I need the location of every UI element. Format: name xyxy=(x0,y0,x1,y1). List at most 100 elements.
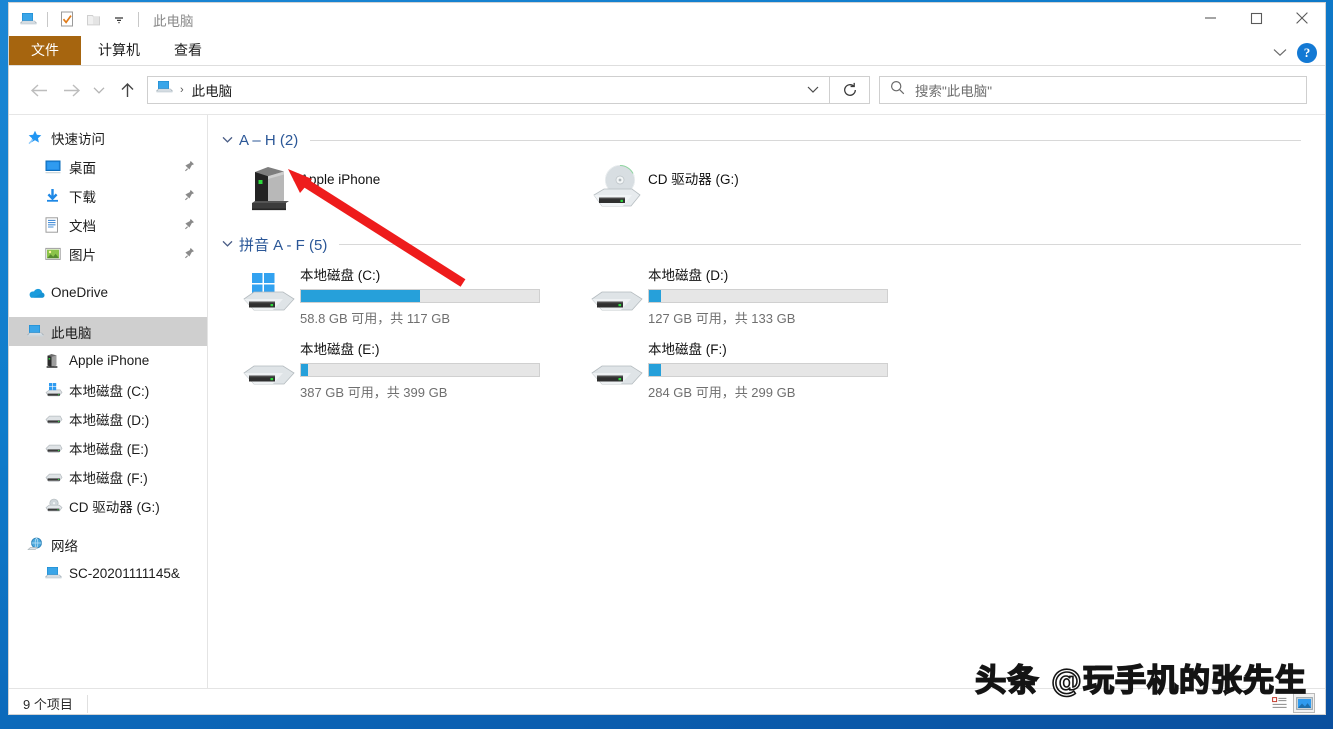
sidebar-item-network[interactable]: 网络 xyxy=(9,530,207,559)
list-item-label: 本地磁盘 (C:) xyxy=(300,267,560,285)
window-title: 此电脑 xyxy=(153,10,194,30)
file-explorer-window: 此电脑 文件 计算机 查看 ? xyxy=(8,2,1326,715)
capacity-bar-fill xyxy=(649,290,661,302)
quick-access-toolbar: 此电脑 xyxy=(9,9,194,31)
capacity-label: 387 GB 可用，共 399 GB xyxy=(300,382,560,401)
capacity-bar xyxy=(648,289,888,303)
sidebar-item-network-computer[interactable]: SC-20201111145& xyxy=(9,559,207,588)
title-bar: 此电脑 xyxy=(9,3,1325,36)
sidebar-item-drive-d[interactable]: 本地磁盘 (D:) xyxy=(9,404,207,433)
sidebar-item-downloads[interactable]: 下载 xyxy=(9,181,207,210)
drive-icon xyxy=(45,412,65,425)
pin-icon[interactable] xyxy=(183,160,195,176)
chevron-down-icon[interactable] xyxy=(222,131,233,149)
tab-view[interactable]: 查看 xyxy=(157,36,219,65)
list-item-drive-f[interactable]: 本地磁盘 (F:) 284 GB 可用，共 299 GB xyxy=(586,339,934,401)
address-bar[interactable]: › 此电脑 xyxy=(147,76,830,104)
close-button[interactable] xyxy=(1279,3,1325,33)
sidebar-item-label: 此电脑 xyxy=(51,322,92,342)
group-header-a-h[interactable]: A – H (2) xyxy=(208,127,1325,153)
sidebar-item-label: 网络 xyxy=(51,535,78,555)
sidebar-item-drive-e[interactable]: 本地磁盘 (E:) xyxy=(9,433,207,462)
documents-icon xyxy=(45,217,65,233)
recent-locations-button[interactable] xyxy=(87,74,111,106)
sidebar-gap-3 xyxy=(9,520,207,530)
list-item-label: Apple iPhone xyxy=(300,161,560,189)
up-button[interactable] xyxy=(111,74,143,106)
sidebar-item-documents[interactable]: 文档 xyxy=(9,210,207,239)
sidebar-item-this-pc[interactable]: 此电脑 xyxy=(9,317,207,346)
list-item-drive-e[interactable]: 本地磁盘 (E:) 387 GB 可用，共 399 GB xyxy=(238,339,586,401)
ribbon-tab-bar: 文件 计算机 查看 ? xyxy=(9,36,1325,66)
sidebar-item-label: OneDrive xyxy=(51,285,108,300)
sidebar-item-label: 快速访问 xyxy=(51,128,105,148)
sidebar-item-label: 图片 xyxy=(69,244,96,264)
group-divider xyxy=(310,140,1301,141)
sidebar-item-onedrive[interactable]: OneDrive xyxy=(9,278,207,307)
drive-icon xyxy=(45,470,65,483)
file-list-pane[interactable]: A – H (2) xyxy=(208,115,1325,688)
navigation-pane[interactable]: 快速访问 桌面 xyxy=(9,115,208,688)
address-dropdown-icon[interactable] xyxy=(807,81,825,99)
search-input[interactable]: 搜索"此电脑" xyxy=(915,80,992,100)
minimize-button[interactable] xyxy=(1187,3,1233,33)
sidebar-gap-2 xyxy=(9,307,207,317)
status-divider xyxy=(87,695,88,713)
sidebar-item-apple-iphone[interactable]: Apple iPhone xyxy=(9,346,207,375)
properties-check-icon[interactable] xyxy=(56,9,78,31)
sidebar-item-drive-f[interactable]: 本地磁盘 (F:) xyxy=(9,462,207,491)
sidebar-item-pictures[interactable]: 图片 xyxy=(9,239,207,268)
explorer-body: 快速访问 桌面 xyxy=(9,114,1325,688)
tab-file[interactable]: 文件 xyxy=(9,36,81,65)
pin-icon[interactable] xyxy=(183,189,195,205)
drive-row-1: 本地磁盘 (C:) 58.8 GB 可用，共 117 GB xyxy=(208,265,1325,327)
chevron-down-icon[interactable] xyxy=(222,235,233,253)
sidebar-item-label: 本地磁盘 (F:) xyxy=(69,467,148,487)
list-item-drive-d[interactable]: 本地磁盘 (D:) 127 GB 可用，共 133 GB xyxy=(586,265,934,327)
list-item-label: CD 驱动器 (G:) xyxy=(648,161,908,189)
forward-button[interactable] xyxy=(55,74,87,106)
cd-drive-icon xyxy=(586,159,648,213)
capacity-bar xyxy=(300,363,540,377)
drive-row-2: 本地磁盘 (E:) 387 GB 可用，共 399 GB xyxy=(208,339,1325,401)
sidebar-item-desktop[interactable]: 桌面 xyxy=(9,152,207,181)
collapse-ribbon-icon[interactable] xyxy=(1273,44,1287,62)
group-header-pinyin[interactable]: 拼音 A - F (5) xyxy=(208,231,1325,257)
drive-meta: 本地磁盘 (E:) 387 GB 可用，共 399 GB xyxy=(300,339,560,401)
group-header-label: 拼音 A - F (5) xyxy=(239,234,327,255)
customize-chevron-icon[interactable] xyxy=(108,9,130,31)
pin-icon[interactable] xyxy=(183,247,195,263)
list-item-label: 本地磁盘 (F:) xyxy=(648,341,908,359)
refresh-button[interactable] xyxy=(830,76,870,104)
sidebar-item-drive-c[interactable]: 本地磁盘 (C:) xyxy=(9,375,207,404)
watermark-text: 头条 @玩手机的张先生 xyxy=(975,655,1307,700)
drive-meta: 本地磁盘 (F:) 284 GB 可用，共 299 GB xyxy=(648,339,908,401)
desktop-icon xyxy=(45,160,65,174)
capacity-bar-fill xyxy=(301,290,420,302)
windows-drive-icon xyxy=(45,382,65,398)
address-bar-row: › 此电脑 搜索"此电脑" xyxy=(9,66,1325,114)
list-item-apple-iphone[interactable]: Apple iPhone xyxy=(238,159,586,213)
list-item-label: 本地磁盘 (E:) xyxy=(300,341,560,359)
list-item-drive-c[interactable]: 本地磁盘 (C:) 58.8 GB 可用，共 117 GB xyxy=(238,265,586,327)
sidebar-item-label: 本地磁盘 (D:) xyxy=(69,409,149,429)
drive-icon xyxy=(586,339,648,401)
sidebar-item-label: 下载 xyxy=(69,186,96,206)
capacity-bar-fill xyxy=(649,364,661,376)
help-button[interactable]: ? xyxy=(1297,43,1317,63)
download-icon xyxy=(45,188,65,203)
list-item-cd-drive[interactable]: CD 驱动器 (G:) xyxy=(586,159,934,213)
sidebar-item-label: CD 驱动器 (G:) xyxy=(69,496,160,516)
computer-icon xyxy=(45,566,65,581)
sidebar-item-quick-access[interactable]: 快速访问 xyxy=(9,123,207,152)
onedrive-cloud-icon xyxy=(27,287,47,299)
new-folder-icon[interactable] xyxy=(82,9,104,31)
maximize-button[interactable] xyxy=(1233,3,1279,33)
search-box[interactable]: 搜索"此电脑" xyxy=(879,76,1307,104)
tab-computer[interactable]: 计算机 xyxy=(81,36,157,65)
this-pc-icon[interactable] xyxy=(17,9,39,31)
sidebar-item-cd-drive-g[interactable]: CD 驱动器 (G:) xyxy=(9,491,207,520)
group-divider xyxy=(339,244,1301,245)
back-button[interactable] xyxy=(23,74,55,106)
pin-icon[interactable] xyxy=(183,218,195,234)
